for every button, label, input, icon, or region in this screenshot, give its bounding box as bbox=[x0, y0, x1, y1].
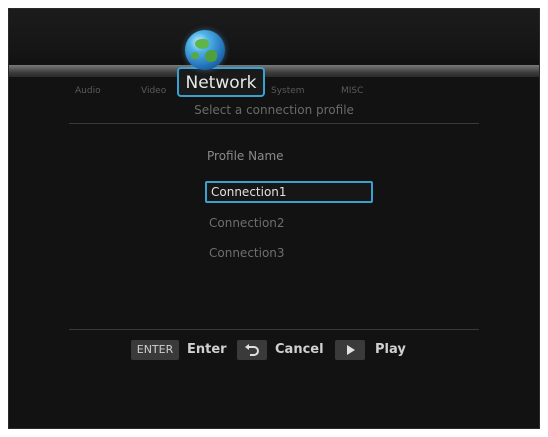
tab-misc[interactable]: MISC bbox=[341, 86, 363, 96]
top-band bbox=[9, 9, 539, 59]
profile-item-connection2[interactable]: Connection2 bbox=[205, 213, 373, 235]
divider-bottom bbox=[69, 329, 479, 330]
tab-system[interactable]: System bbox=[271, 86, 305, 96]
profile-item-connection3[interactable]: Connection3 bbox=[205, 243, 373, 265]
cancel-label: Cancel bbox=[275, 342, 324, 357]
profile-name-header: Profile Name bbox=[207, 149, 284, 163]
tab-video[interactable]: Video bbox=[141, 86, 166, 96]
globe-icon bbox=[185, 30, 225, 70]
settings-screen: Audio Video Network System MISC Select a… bbox=[8, 8, 540, 429]
page-subtitle: Select a connection profile bbox=[194, 103, 354, 117]
profile-item-connection1[interactable]: Connection1 bbox=[205, 181, 373, 203]
tab-network[interactable]: Network bbox=[177, 67, 265, 97]
play-label: Play bbox=[375, 342, 406, 357]
play-icon bbox=[335, 340, 365, 360]
tab-network-label: Network bbox=[185, 73, 257, 93]
enter-key-badge: ENTER bbox=[131, 340, 179, 360]
tab-audio[interactable]: Audio bbox=[75, 86, 101, 96]
enter-label: Enter bbox=[187, 342, 227, 357]
tab-bar bbox=[9, 65, 539, 77]
return-arrow-icon bbox=[237, 340, 267, 360]
divider-top bbox=[69, 123, 479, 124]
